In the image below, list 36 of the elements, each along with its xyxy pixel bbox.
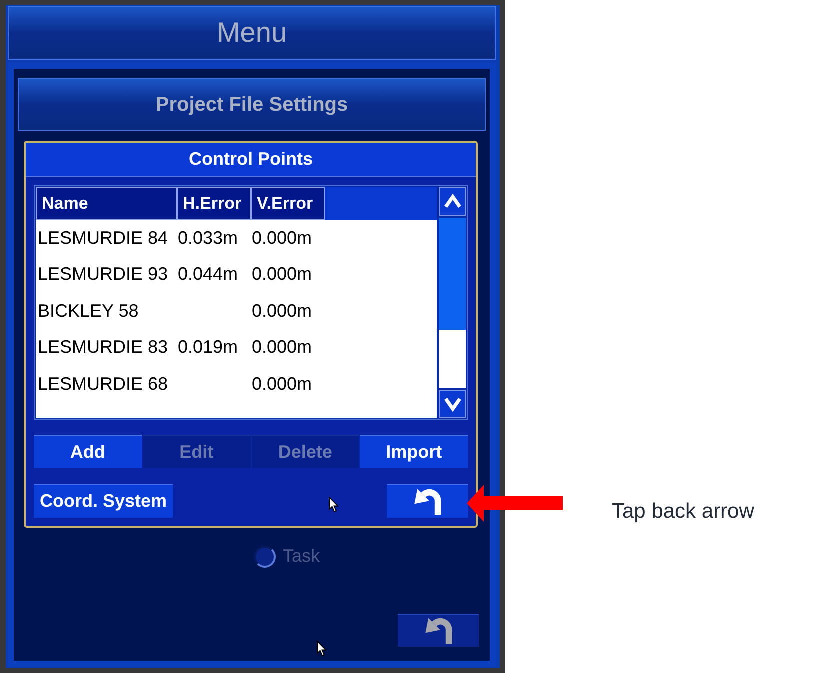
scroll-up-button[interactable] (439, 187, 466, 216)
column-header: V.Error (251, 187, 325, 220)
section-title-bar: Project File Settings (18, 78, 486, 131)
action-button[interactable]: Import (360, 435, 468, 468)
mouse-pointer-icon (317, 641, 327, 657)
table-cell: BICKLEY 58 (38, 300, 139, 321)
back-button[interactable] (398, 614, 479, 647)
radio-button[interactable] (254, 546, 276, 568)
table-cell: 0.033m (178, 228, 238, 248)
back-button[interactable] (387, 484, 468, 518)
curved-arrow-icon (424, 618, 454, 644)
radio-label: Task (283, 545, 320, 568)
annotation-text: Tap back arrow (612, 500, 754, 523)
column-header: Name (36, 187, 177, 220)
table-cell: LESMURDIE 93 (38, 264, 168, 284)
scrollbar-thumb[interactable] (439, 218, 466, 330)
table-cell: LESMURDIE 84 (38, 228, 168, 248)
table-cell: LESMURDIE 68 (38, 374, 168, 394)
coord-system-button[interactable]: Coord. System (34, 484, 173, 518)
table-cell: LESMURDIE 83 (38, 337, 168, 358)
table-cell: 0.000m (252, 264, 312, 284)
table-cell: 0.044m (178, 264, 238, 284)
table-cell: 0.000m (252, 300, 312, 321)
table-cell: 0.000m (252, 228, 312, 248)
table-cell: 0.000m (252, 374, 312, 394)
table-cell: 0.019m (178, 337, 238, 358)
menu-title-bar: Menu (8, 6, 496, 60)
dialog-title: Control Points (26, 143, 476, 177)
chevron-up-icon (442, 194, 463, 210)
action-button[interactable]: Add (34, 435, 142, 468)
chevron-down-icon (442, 396, 463, 412)
table-cell: 0.000m (252, 337, 312, 358)
curved-arrow-icon (412, 488, 442, 514)
column-header: H.Error (177, 187, 251, 220)
mouse-pointer-icon (329, 497, 339, 513)
scroll-down-button[interactable] (439, 390, 466, 418)
